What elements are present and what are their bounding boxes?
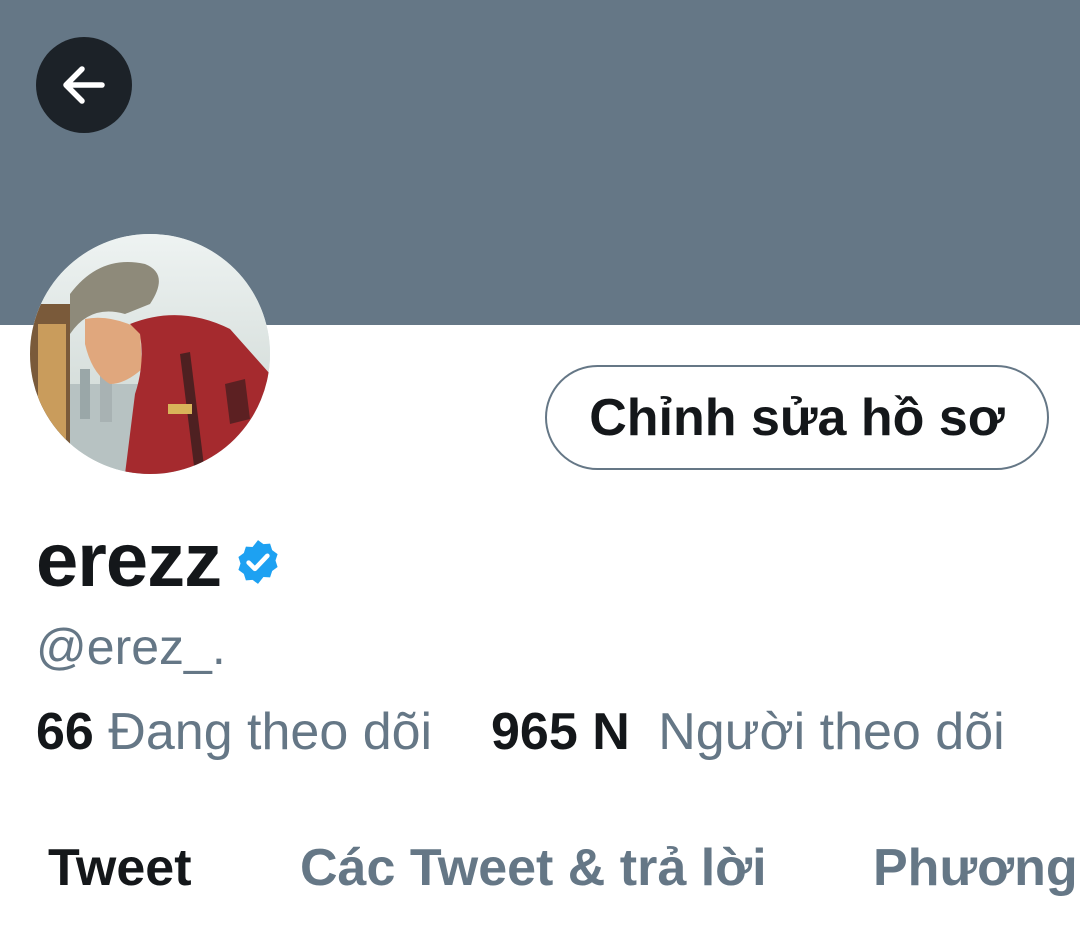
tab-media[interactable]: Phương xyxy=(873,838,1078,898)
followers-label: Người theo dõi xyxy=(658,703,1005,761)
back-button[interactable] xyxy=(36,37,132,133)
following-count: 66 xyxy=(36,703,94,761)
followers-count: 965 N xyxy=(491,703,630,761)
followers-link[interactable]: 965 N Người theo dõi xyxy=(491,703,1005,761)
verified-badge-icon xyxy=(233,537,283,587)
display-name-row: erezz xyxy=(36,518,283,603)
avatar-photo xyxy=(30,234,270,474)
follow-stats: 66 Đang theo dõi 965 N Người theo dõi xyxy=(36,702,1005,762)
profile-tabs: Tweet Các Tweet & trả lời Phương xyxy=(0,838,1080,908)
arrow-left-icon xyxy=(63,66,105,104)
user-handle: @erez_. xyxy=(36,619,226,675)
avatar[interactable] xyxy=(30,234,270,474)
display-name: erezz xyxy=(36,517,222,603)
edit-profile-button[interactable]: Chỉnh sửa hồ sơ xyxy=(545,365,1049,470)
following-label: Đang theo dõi xyxy=(108,703,433,761)
tab-tweets[interactable]: Tweet xyxy=(48,838,192,898)
following-link[interactable]: 66 Đang theo dõi xyxy=(36,703,447,761)
tab-tweets-and-replies[interactable]: Các Tweet & trả lời xyxy=(300,838,767,898)
